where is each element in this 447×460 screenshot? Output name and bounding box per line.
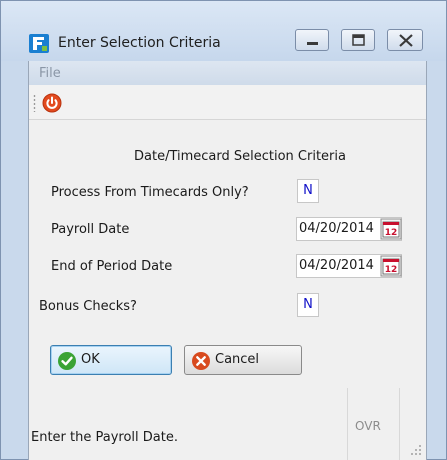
status-divider (347, 388, 348, 460)
process-from-timecards-field[interactable]: N (297, 179, 319, 203)
maximize-icon (352, 34, 365, 46)
overwrite-mode-indicator: OVR (355, 419, 381, 433)
cancel-button[interactable]: Cancel (184, 345, 302, 375)
end-of-period-value: 04/20/2014 (299, 258, 374, 273)
payroll-date-label: Payroll Date (51, 222, 130, 237)
status-message: Enter the Payroll Date. (31, 430, 178, 445)
close-button[interactable] (387, 29, 423, 51)
svg-text:12: 12 (385, 228, 398, 238)
payroll-date-value: 04/20/2014 (299, 221, 374, 236)
menu-bar: File (29, 61, 426, 85)
maximize-button[interactable] (341, 29, 375, 51)
toolbar (29, 85, 426, 120)
checkmark-icon (57, 351, 77, 371)
end-of-period-label: End of Period Date (51, 259, 173, 274)
minimize-button[interactable] (295, 29, 329, 51)
payroll-date-field[interactable]: 04/20/2014 12 (296, 217, 402, 241)
app-logo-icon (29, 34, 49, 53)
window-title: Enter Selection Criteria (58, 35, 221, 51)
toolbar-grip[interactable] (33, 94, 36, 112)
bonus-checks-field[interactable]: N (297, 293, 319, 317)
dialog-window: Enter Selection Criteria File Date/Timec… (0, 0, 447, 460)
ok-button[interactable]: OK (50, 345, 172, 375)
bonus-checks-label: Bonus Checks? (39, 299, 137, 314)
process-from-timecards-label: Process From Timecards Only? (51, 185, 249, 200)
client-area: File Date/Timecard Selection Criteria Pr… (28, 61, 427, 460)
svg-text:12: 12 (385, 265, 398, 275)
cancel-button-label: Cancel (215, 352, 260, 367)
power-icon[interactable] (42, 93, 62, 113)
resize-grip-icon[interactable] (410, 444, 422, 456)
calendar-icon[interactable]: 12 (380, 255, 402, 277)
close-icon (399, 34, 413, 47)
title-bar: Enter Selection Criteria (1, 1, 446, 61)
cancel-x-icon (191, 351, 211, 371)
minimize-icon (307, 42, 318, 45)
ok-button-label: OK (81, 352, 100, 367)
menu-file[interactable]: File (39, 66, 61, 81)
status-divider (399, 388, 400, 460)
calendar-icon[interactable]: 12 (380, 218, 402, 240)
section-title: Date/Timecard Selection Criteria (134, 149, 346, 164)
end-of-period-field[interactable]: 04/20/2014 12 (296, 254, 402, 278)
